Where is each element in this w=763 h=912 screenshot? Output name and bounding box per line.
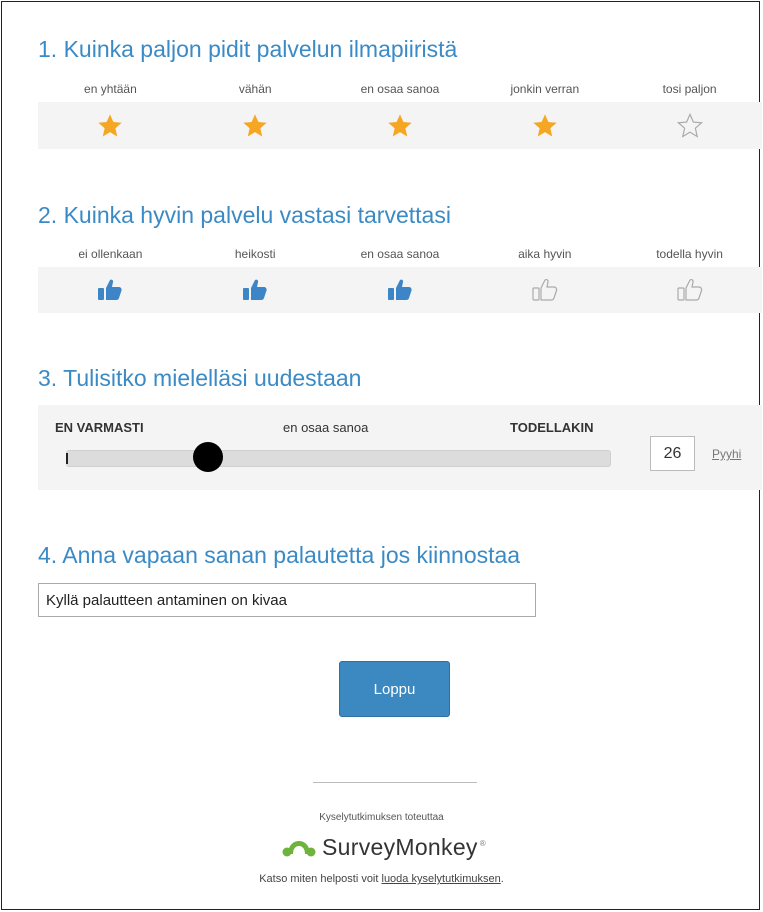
footer-divider	[313, 782, 477, 783]
q2-option-2[interactable]	[183, 267, 328, 313]
thumbs-up-icon	[532, 279, 557, 301]
q1-labels: en yhtään vähän en osaa sanoa jonkin ver…	[38, 82, 762, 102]
q2-label: todella hyvin	[656, 247, 723, 261]
q2-label: aika hyvin	[518, 247, 572, 261]
q2-option-4[interactable]	[472, 267, 617, 313]
survey-page: 1. Kuinka paljon pidit palvelun ilmapiir…	[1, 1, 762, 910]
q1-title: 1. Kuinka paljon pidit palvelun ilmapiir…	[38, 36, 458, 62]
slider-label-mid: en osaa sanoa	[283, 420, 369, 435]
thumbs-up-icon	[98, 279, 123, 300]
q1-option-2[interactable]	[183, 102, 328, 149]
thumbs-up-icon	[387, 279, 412, 300]
q1-label: en yhtään	[84, 82, 137, 96]
q1-option-5[interactable]	[617, 102, 762, 149]
q1-star-rating	[38, 102, 762, 149]
thumbs-up-icon	[243, 279, 267, 300]
q3-title: 3. Tulisitko mielelläsi uudestaan	[38, 365, 362, 391]
slider-label-left: EN VARMASTI	[55, 420, 144, 435]
star-icon	[676, 112, 703, 138]
cta-prefix: Katso miten helposti voit	[259, 873, 382, 885]
brand-name: SurveyMonkey ®	[322, 833, 486, 860]
q2-option-5[interactable]	[617, 267, 762, 313]
clear-button[interactable]: Pyyhi	[712, 447, 741, 461]
surveymonkey-logo: SurveyMonkey ®	[282, 832, 486, 862]
q2-labels: ei ollenkaan heikosti en osaa sanoa aika…	[38, 247, 762, 267]
q4-title: 4. Anna vapaan sanan palautetta jos kiin…	[38, 542, 521, 568]
create-survey-link[interactable]: luoda kyselytutkimuksen	[382, 873, 501, 885]
q1-label: en osaa sanoa	[360, 82, 440, 96]
q2-title: 2. Kuinka hyvin palvelu vastasi tarvetta…	[38, 202, 451, 228]
q3-slider-panel: EN VARMASTI en osaa sanoa TODELLAKIN Pyy…	[38, 405, 762, 490]
q2-thumb-rating	[38, 267, 762, 313]
q1-label: vähän	[238, 82, 272, 96]
q2-label: heikosti	[234, 247, 276, 261]
feedback-input[interactable]	[38, 583, 536, 617]
monkey-logo-icon	[282, 841, 316, 857]
q2-option-3[interactable]	[328, 267, 473, 313]
q1-option-1[interactable]	[38, 102, 183, 149]
cta-suffix: .	[500, 873, 504, 885]
done-button[interactable]: Loppu	[339, 661, 450, 717]
q1-option-3[interactable]	[328, 102, 473, 149]
registered-mark: ®	[479, 838, 486, 848]
slider-start-tick	[66, 453, 68, 464]
create-survey-text: Katso miten helposti voit luoda kyselytu…	[2, 873, 761, 885]
thumbs-up-icon	[676, 279, 702, 301]
powered-by-text: Kyselytutkimuksen toteuttaa	[319, 812, 444, 823]
star-icon	[388, 113, 412, 136]
q1-label: tosi paljon	[662, 82, 717, 96]
q2-label: ei ollenkaan	[78, 247, 143, 261]
q1-label: jonkin verran	[510, 82, 580, 96]
q2-option-1[interactable]	[38, 267, 183, 313]
slider-thumb[interactable]	[192, 442, 223, 472]
slider-label-right: TODELLAKIN	[510, 420, 594, 435]
q2-label: en osaa sanoa	[360, 247, 440, 261]
q1-option-4[interactable]	[472, 102, 617, 149]
star-icon	[98, 113, 123, 136]
star-icon	[243, 113, 267, 136]
star-icon	[533, 113, 557, 136]
slider-value-input[interactable]	[650, 436, 695, 471]
slider-track[interactable]	[66, 450, 611, 467]
